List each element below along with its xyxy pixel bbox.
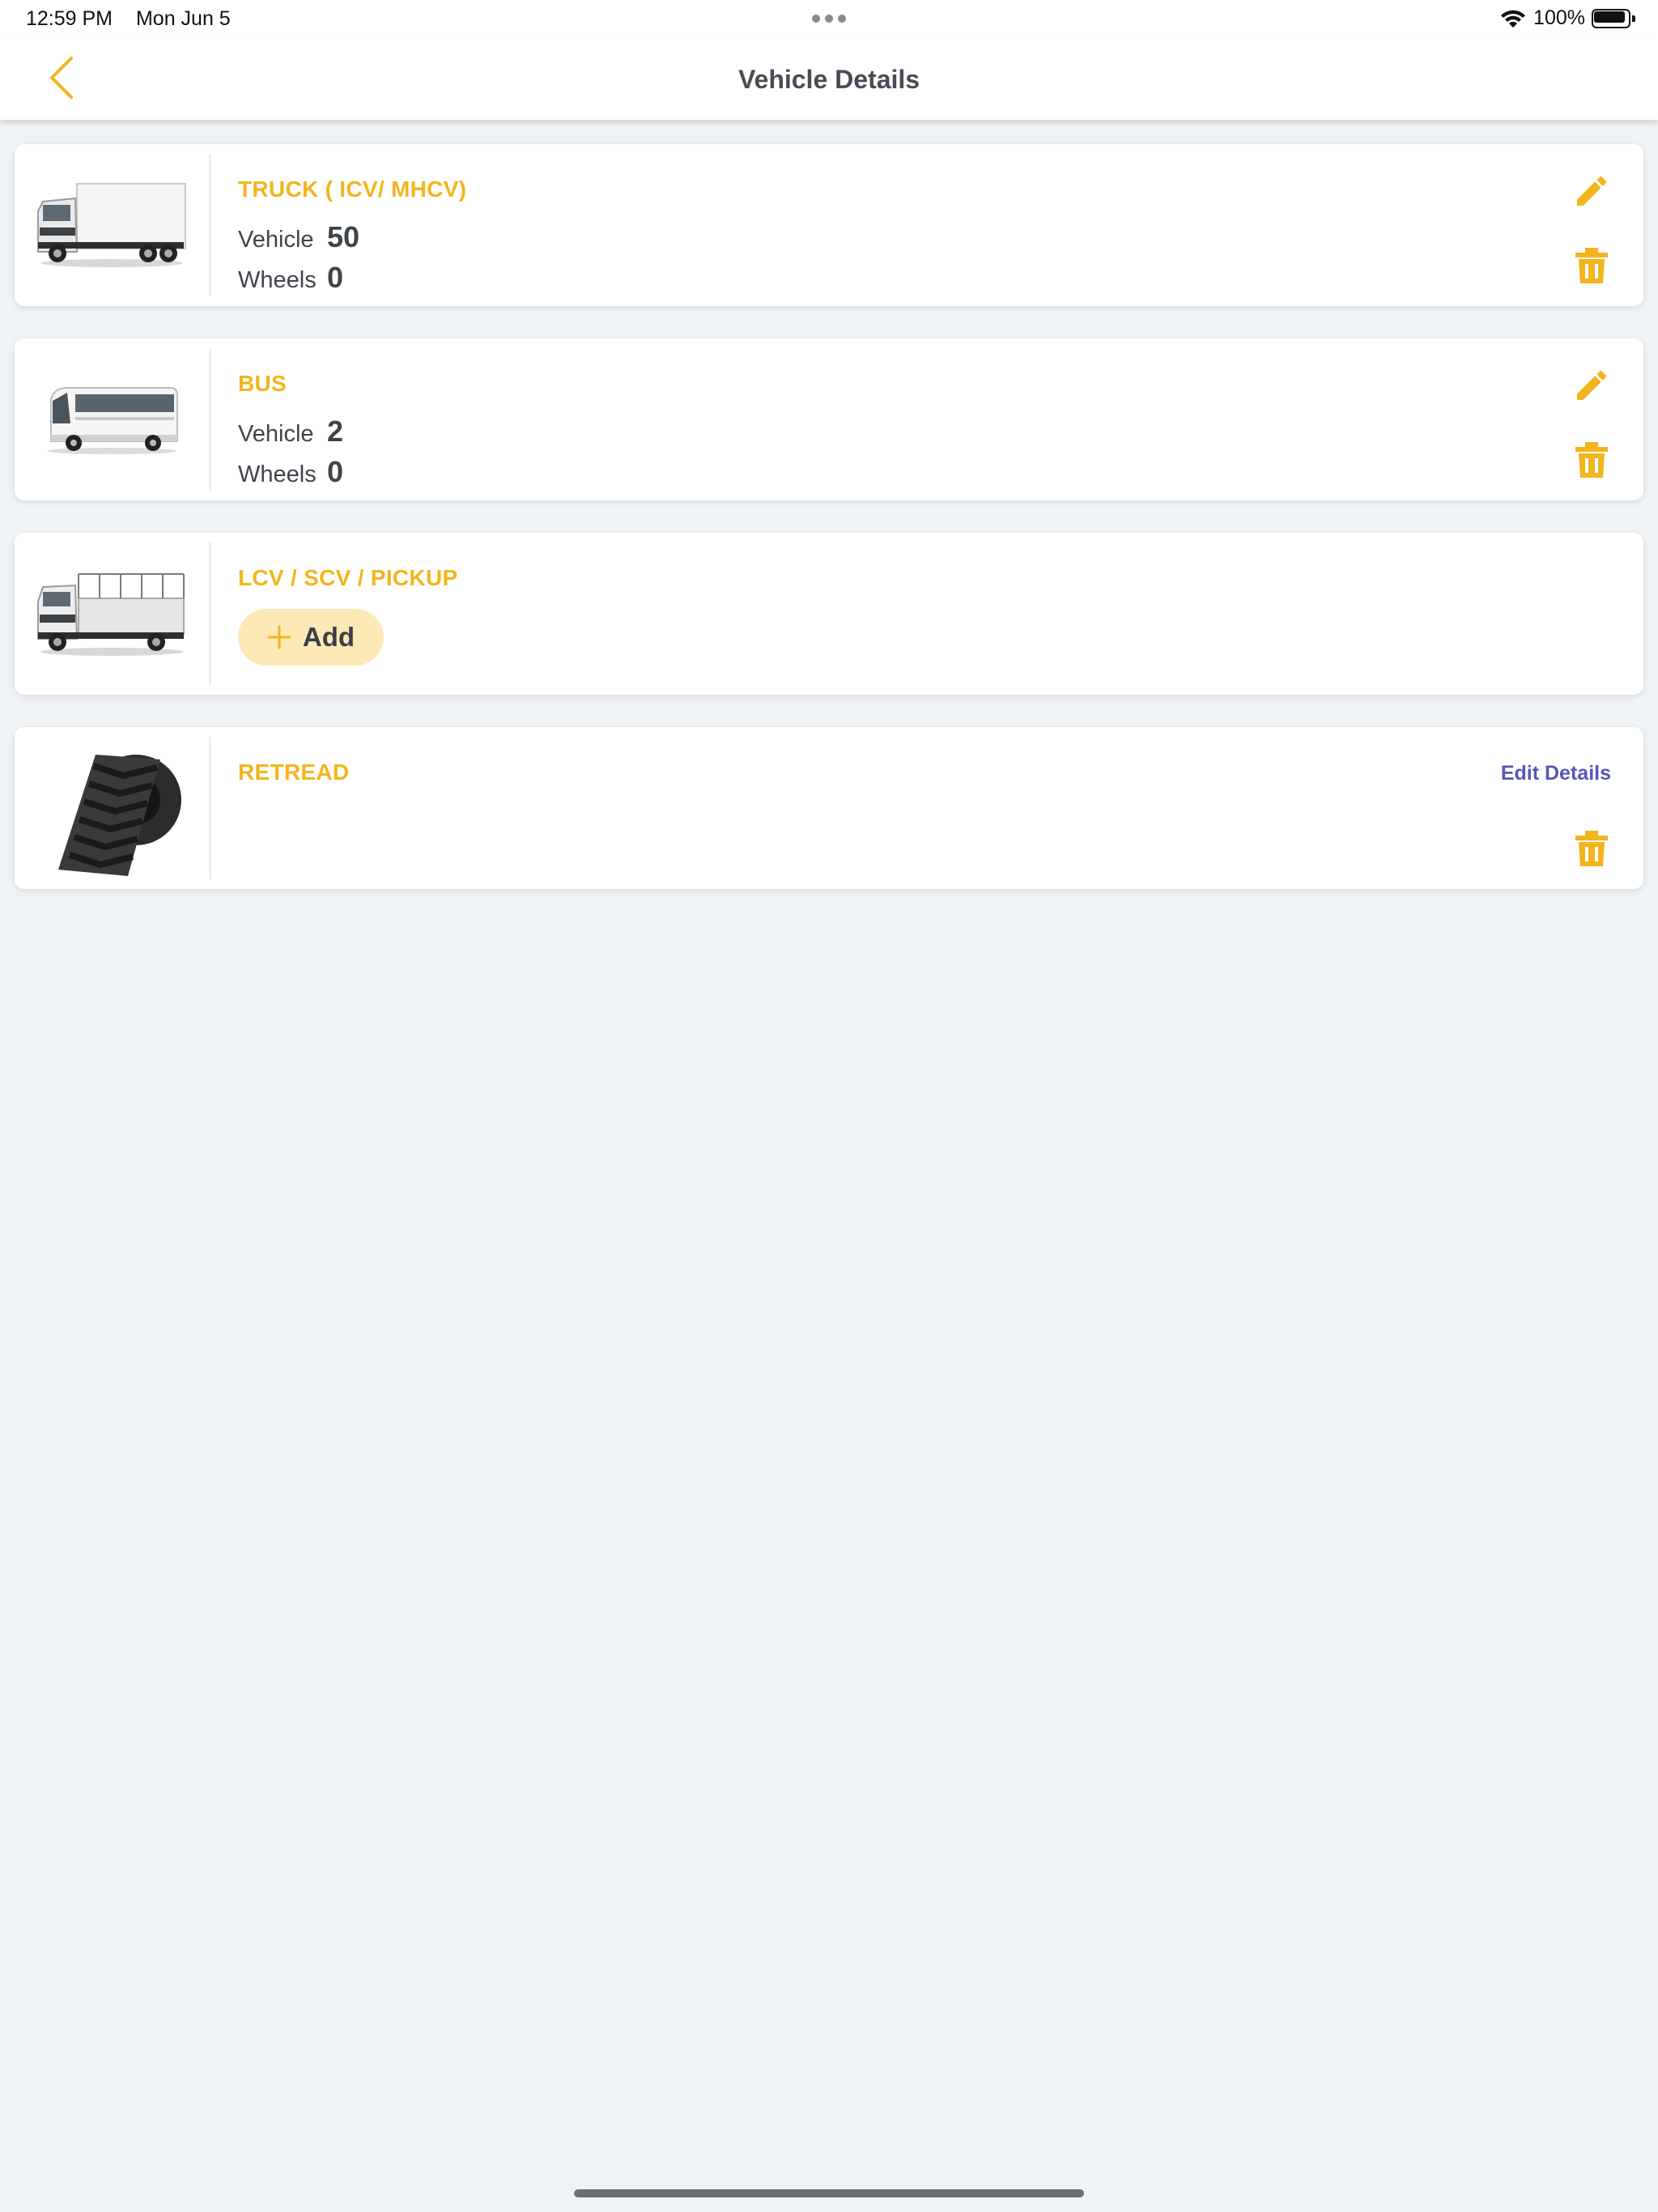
- delete-trash-icon[interactable]: [1575, 442, 1608, 478]
- edit-pencil-icon[interactable]: [1572, 366, 1611, 405]
- card-title: RETREAD: [238, 759, 350, 785]
- edit-pencil-icon[interactable]: [1572, 172, 1611, 211]
- status-bar: 12:59 PM Mon Jun 5 100%: [0, 0, 1658, 37]
- home-indicator[interactable]: [574, 2189, 1084, 2197]
- add-label: Add: [302, 622, 355, 652]
- tread-rubber-image: [15, 727, 209, 889]
- vehicle-label: Vehicle: [238, 227, 314, 253]
- navigation-bar: Vehicle Details: [0, 37, 1658, 120]
- card-title: BUS: [238, 371, 287, 396]
- add-button[interactable]: Add: [238, 609, 384, 666]
- vehicle-label: Vehicle: [238, 421, 314, 447]
- status-date: Mon Jun 5: [135, 7, 231, 30]
- bus-image: [15, 338, 209, 500]
- wheels-count: 0: [327, 455, 344, 488]
- vehicle-card-truck[interactable]: TRUCK ( ICV/ MHCV) Vehicle 50 Wheels 0: [15, 144, 1643, 306]
- wheels-count-row: Wheels 0: [238, 455, 343, 489]
- pickup-truck-image: [15, 533, 209, 695]
- delete-trash-icon[interactable]: [1575, 831, 1608, 866]
- page-title: Vehicle Details: [738, 65, 920, 94]
- vehicle-count-row: Vehicle 50: [238, 220, 359, 254]
- card-title: LCV / SCV / PICKUP: [238, 565, 458, 590]
- wheels-count-row: Wheels 0: [238, 261, 343, 295]
- vehicle-count: 50: [327, 220, 360, 253]
- plus-icon: [267, 625, 291, 649]
- wheels-label: Wheels: [238, 267, 317, 293]
- card-title: TRUCK ( ICV/ MHCV): [238, 177, 467, 202]
- wheels-count: 0: [327, 261, 344, 294]
- vehicle-card-bus[interactable]: BUS Vehicle 2 Wheels 0: [15, 338, 1643, 500]
- vehicle-count: 2: [327, 415, 344, 448]
- status-time: 12:59 PM: [26, 7, 113, 30]
- battery-percentage: 100%: [1533, 6, 1585, 29]
- wifi-icon: [1501, 10, 1526, 28]
- vehicle-card-retread[interactable]: RETREAD Edit Details: [15, 727, 1643, 889]
- edit-details-link[interactable]: Edit Details: [1501, 762, 1611, 785]
- delete-trash-icon[interactable]: [1575, 248, 1608, 283]
- truck-image: [15, 144, 209, 306]
- multitasking-dots-icon[interactable]: [812, 15, 846, 23]
- battery-icon: [1592, 8, 1635, 28]
- vehicle-count-row: Vehicle 2: [238, 415, 343, 449]
- wheels-label: Wheels: [238, 462, 317, 487]
- vehicle-card-lcv[interactable]: LCV / SCV / PICKUP Add: [15, 533, 1643, 695]
